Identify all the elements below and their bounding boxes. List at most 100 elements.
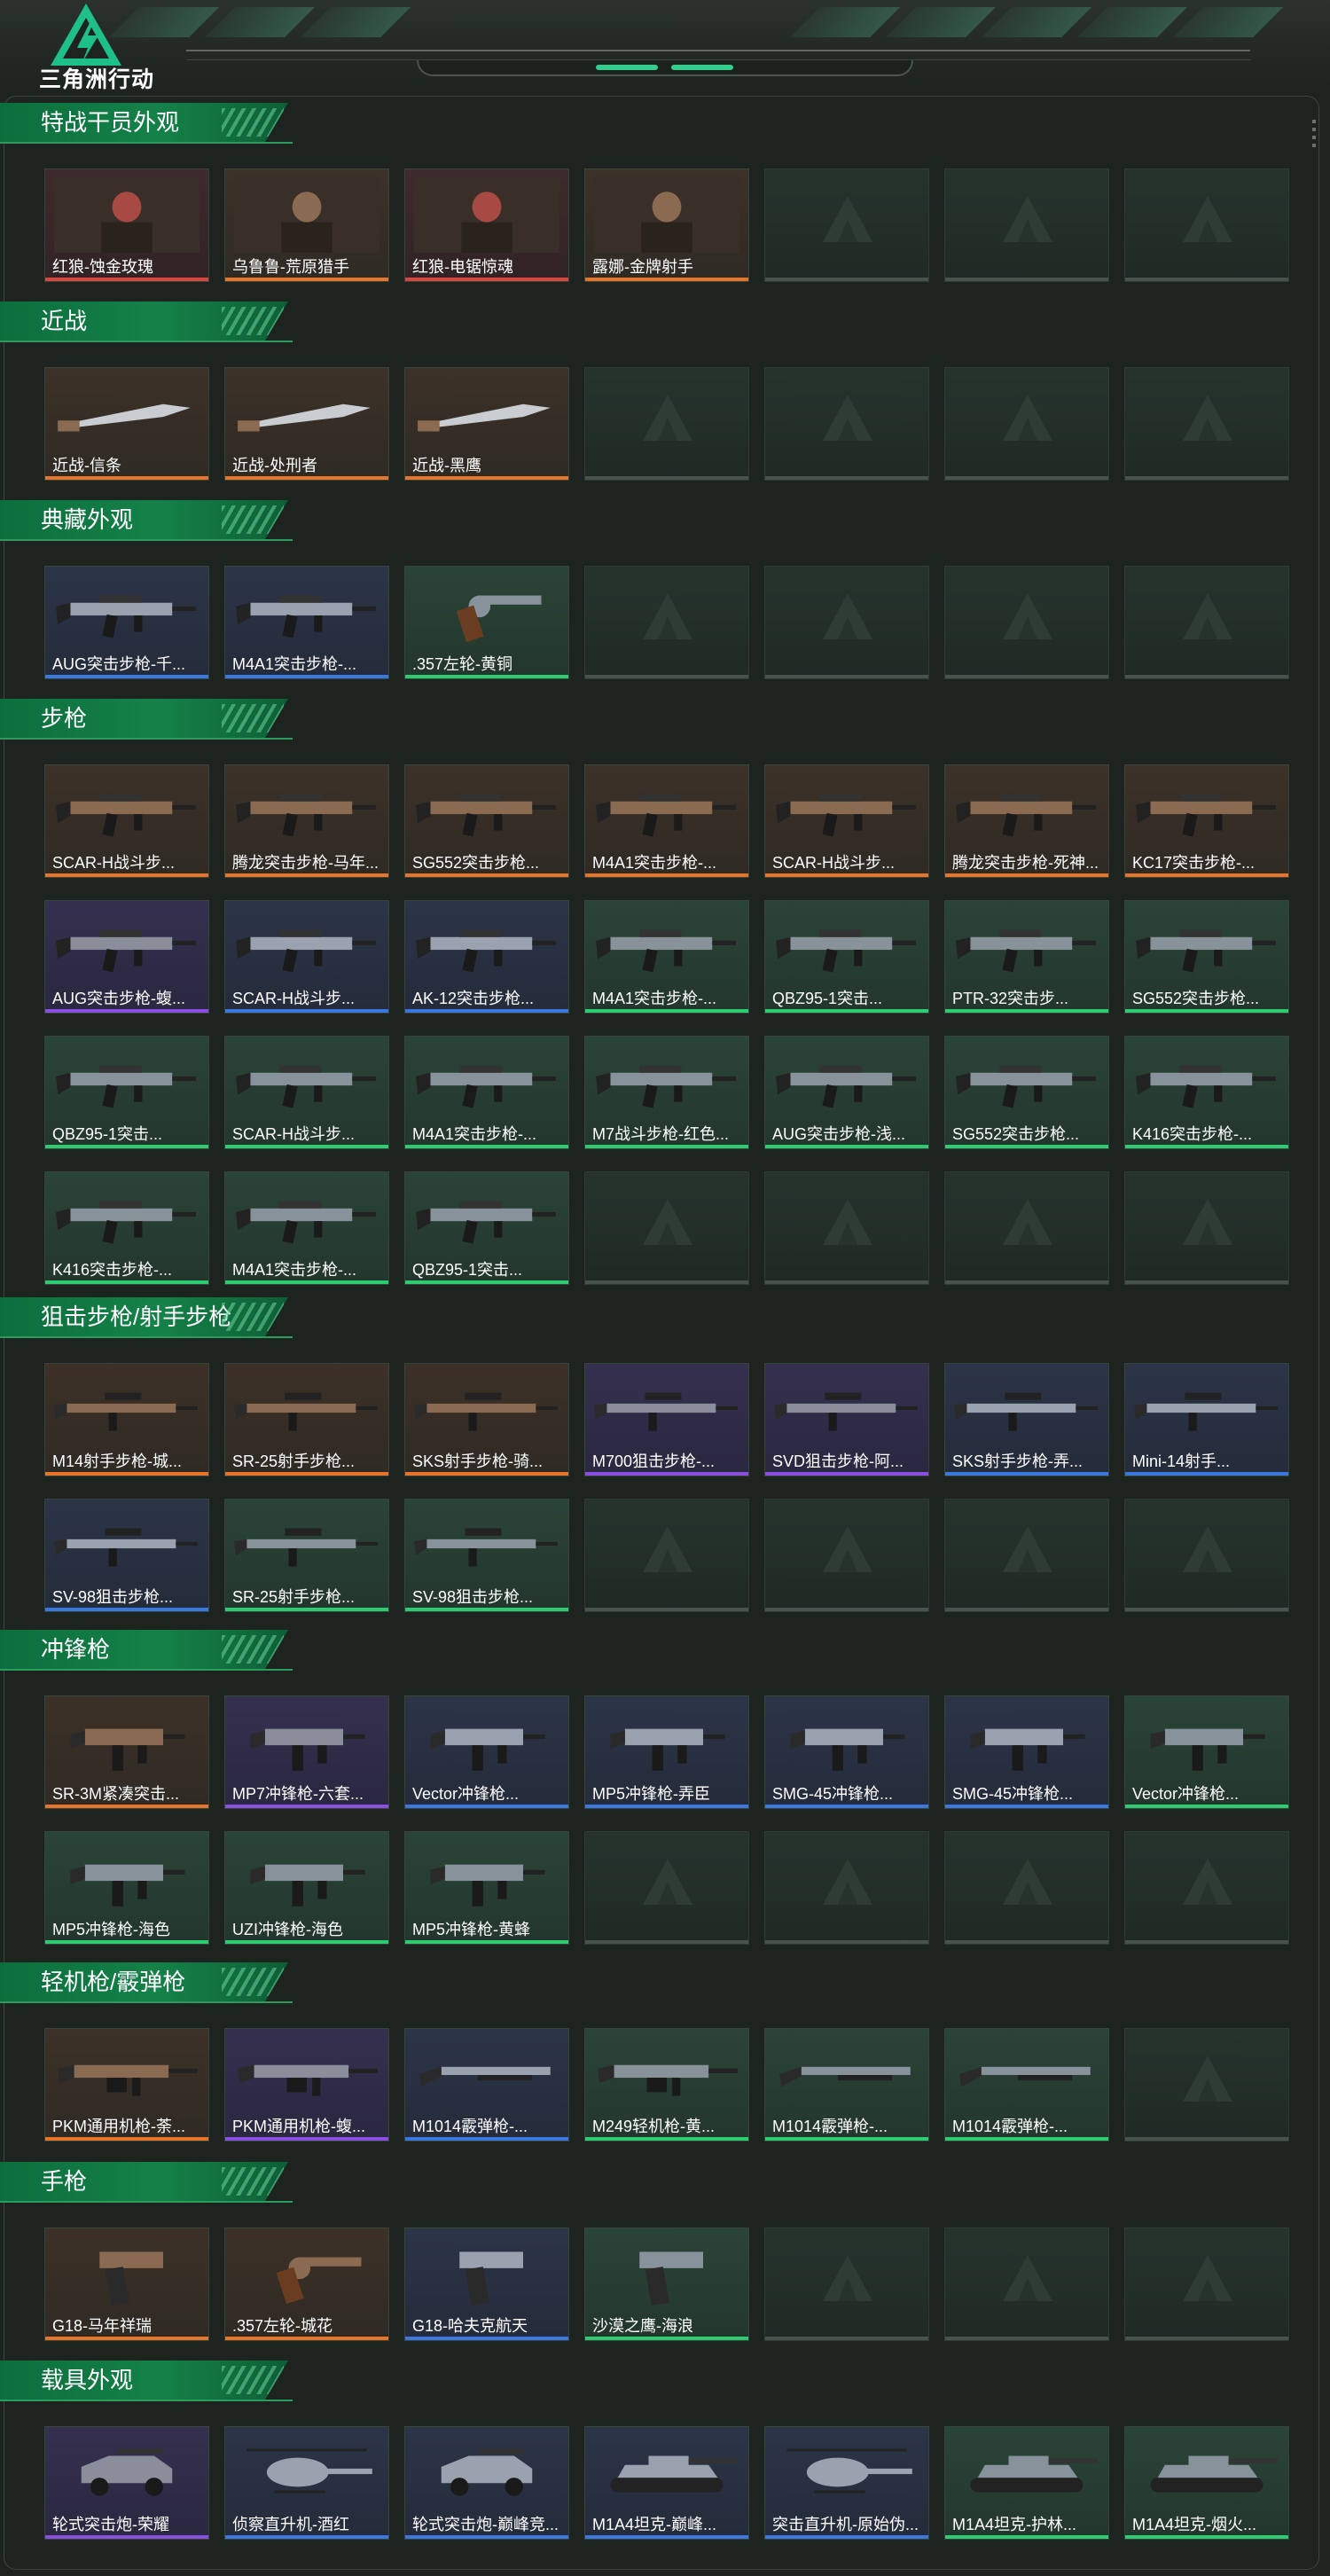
smg-icon [594, 1703, 739, 1780]
item-card[interactable]: K416突击步枪-... [1124, 1036, 1289, 1149]
item-card[interactable]: 近战-信条 [44, 367, 209, 481]
item-card[interactable]: M1A4坦克-巅峰... [584, 2426, 749, 2540]
item-card[interactable]: SKS射手步枪-骑... [404, 1363, 569, 1476]
item-card[interactable]: M14射手步枪-城... [44, 1363, 209, 1476]
item-card[interactable]: M4A1突击步枪-... [224, 566, 389, 679]
logo-text: 三角洲行动 [39, 67, 155, 92]
revolver-icon [414, 574, 559, 650]
item-card[interactable]: M1014霰弹枪-... [404, 2028, 569, 2141]
item-card[interactable]: SCAR-H战斗步... [224, 900, 389, 1014]
empty-slot [764, 1499, 929, 1612]
item-card[interactable]: SMG-45冲锋枪... [764, 1695, 929, 1809]
item-card[interactable]: Vector冲锋枪... [404, 1695, 569, 1809]
item-name: PKM通用机枪-荼... [52, 2118, 186, 2135]
sniper-icon [594, 1371, 739, 1447]
item-card[interactable]: 腾龙突击步枪-马年... [224, 764, 389, 878]
item-card[interactable]: M4A1突击步枪-... [584, 900, 749, 1014]
item-card[interactable]: KC17突击步枪-... [1124, 764, 1289, 878]
item-card[interactable]: G18-马年祥瑞 [44, 2228, 209, 2341]
item-card[interactable]: M4A1突击步枪-... [584, 764, 749, 878]
item-card[interactable]: MP5冲锋枪-海色 [44, 1831, 209, 1945]
item-card[interactable]: SV-98狙击步枪... [44, 1499, 209, 1612]
section-header: 典藏外观 [0, 500, 288, 539]
section-underline [0, 738, 293, 740]
sniper-icon [414, 1507, 559, 1583]
item-card[interactable]: 露娜-金牌射手 [584, 168, 749, 282]
rarity-bar [45, 1805, 208, 1808]
item-card[interactable]: SR-3M紧凑突击... [44, 1695, 209, 1809]
item-card[interactable]: M1014霰弹枪-... [764, 2028, 929, 2141]
operator-portrait-icon [594, 176, 739, 253]
rarity-bar [45, 1608, 208, 1611]
item-name: SV-98狙击步枪... [412, 1588, 534, 1606]
item-card[interactable]: M4A1突击步枪-... [224, 1171, 389, 1285]
item-card[interactable]: 乌鲁鲁-荒原猎手 [224, 168, 389, 282]
rifle-icon [1134, 1044, 1279, 1120]
section-title: 冲锋枪 [41, 1636, 111, 1663]
sniper-icon [414, 1371, 559, 1447]
item-card[interactable]: MP5冲锋枪-弄臣 [584, 1695, 749, 1809]
item-card[interactable]: SKS射手步枪-弄... [944, 1363, 1109, 1476]
item-card[interactable]: M1A4坦克-烟火... [1124, 2426, 1289, 2540]
item-card[interactable]: SCAR-H战斗步... [44, 764, 209, 878]
item-card[interactable]: M7战斗步枪-红色... [584, 1036, 749, 1149]
item-card[interactable]: .357左轮-黄铜 [404, 566, 569, 679]
item-card[interactable]: 红狼-蚀金玫瑰 [44, 168, 209, 282]
item-card[interactable]: 近战-处刑者 [224, 367, 389, 481]
section-header: 冲锋枪 [0, 1630, 288, 1669]
item-card[interactable]: SCAR-H战斗步... [764, 764, 929, 878]
item-card[interactable]: SR-25射手步枪... [224, 1363, 389, 1476]
item-card[interactable]: QBZ95-1突击... [764, 900, 929, 1014]
item-card[interactable]: SR-25射手步枪... [224, 1499, 389, 1612]
item-card[interactable]: M249轻机枪-黄... [584, 2028, 749, 2141]
item-card[interactable]: 近战-黑鹰 [404, 367, 569, 481]
item-card[interactable]: Vector冲锋枪... [1124, 1695, 1289, 1809]
item-card[interactable]: SVD狙击步枪-阿... [764, 1363, 929, 1476]
item-card[interactable]: .357左轮-城花 [224, 2228, 389, 2341]
rarity-bar [945, 2535, 1108, 2539]
item-card[interactable]: AUG突击步枪-千... [44, 566, 209, 679]
item-card[interactable]: 腾龙突击步枪-死神... [944, 764, 1109, 878]
item-card[interactable]: Mini-14射手... [1124, 1363, 1289, 1476]
item-card[interactable]: SG552突击步枪... [1124, 900, 1289, 1014]
item-card[interactable]: SV-98狙击步枪... [404, 1499, 569, 1612]
rarity-bar [405, 1009, 568, 1013]
item-card[interactable]: SG552突击步枪... [944, 1036, 1109, 1149]
item-card[interactable]: 侦察直升机-酒红 [224, 2426, 389, 2540]
empty-bar [765, 1280, 928, 1284]
item-card[interactable]: AK-12突击步枪... [404, 900, 569, 1014]
item-card[interactable]: MP7冲锋枪-六套... [224, 1695, 389, 1809]
item-name: M4A1突击步枪-... [592, 854, 717, 872]
item-card[interactable]: 轮式突击炮-荣耀 [44, 2426, 209, 2540]
item-card[interactable]: PKM通用机枪-蝮... [224, 2028, 389, 2141]
rarity-bar [405, 2137, 568, 2141]
item-card[interactable]: 突击直升机-原始伪... [764, 2426, 929, 2540]
empty-bar [945, 1940, 1108, 1944]
rarity-bar [945, 1472, 1108, 1476]
item-card[interactable]: PKM通用机枪-荼... [44, 2028, 209, 2141]
item-card[interactable]: UZI冲锋枪-海色 [224, 1831, 389, 1945]
item-card[interactable]: AUG突击步枪-浅... [764, 1036, 929, 1149]
item-card[interactable]: G18-哈夫克航天 [404, 2228, 569, 2341]
item-card[interactable]: AUG突击步枪-蝮... [44, 900, 209, 1014]
rarity-bar [585, 873, 748, 877]
item-card[interactable]: MP5冲锋枪-黄蜂 [404, 1831, 569, 1945]
item-card[interactable]: PTR-32突击步... [944, 900, 1109, 1014]
item-card[interactable]: QBZ95-1突击... [44, 1036, 209, 1149]
item-card[interactable]: SG552突击步枪... [404, 764, 569, 878]
item-name: PTR-32突击步... [952, 990, 1069, 1007]
item-card[interactable]: 红狼-电锯惊魂 [404, 168, 569, 282]
item-card[interactable]: SCAR-H战斗步... [224, 1036, 389, 1149]
item-card[interactable]: SMG-45冲锋枪... [944, 1695, 1109, 1809]
item-card[interactable]: 沙漠之鹰-海浪 [584, 2228, 749, 2341]
item-card[interactable]: M1014霰弹枪-... [944, 2028, 1109, 2141]
rarity-bar [405, 476, 568, 480]
item-card[interactable]: M1A4坦克-护林... [944, 2426, 1109, 2540]
item-card[interactable]: K416突击步枪-... [44, 1171, 209, 1285]
item-card[interactable]: QBZ95-1突击... [404, 1171, 569, 1285]
scrollbar[interactable] [1312, 120, 1318, 152]
item-card[interactable]: M4A1突击步枪-... [404, 1036, 569, 1149]
item-card[interactable]: M700狙击步枪-... [584, 1363, 749, 1476]
rarity-bar [225, 675, 388, 678]
item-card[interactable]: 轮式突击炮-巅峰竞... [404, 2426, 569, 2540]
